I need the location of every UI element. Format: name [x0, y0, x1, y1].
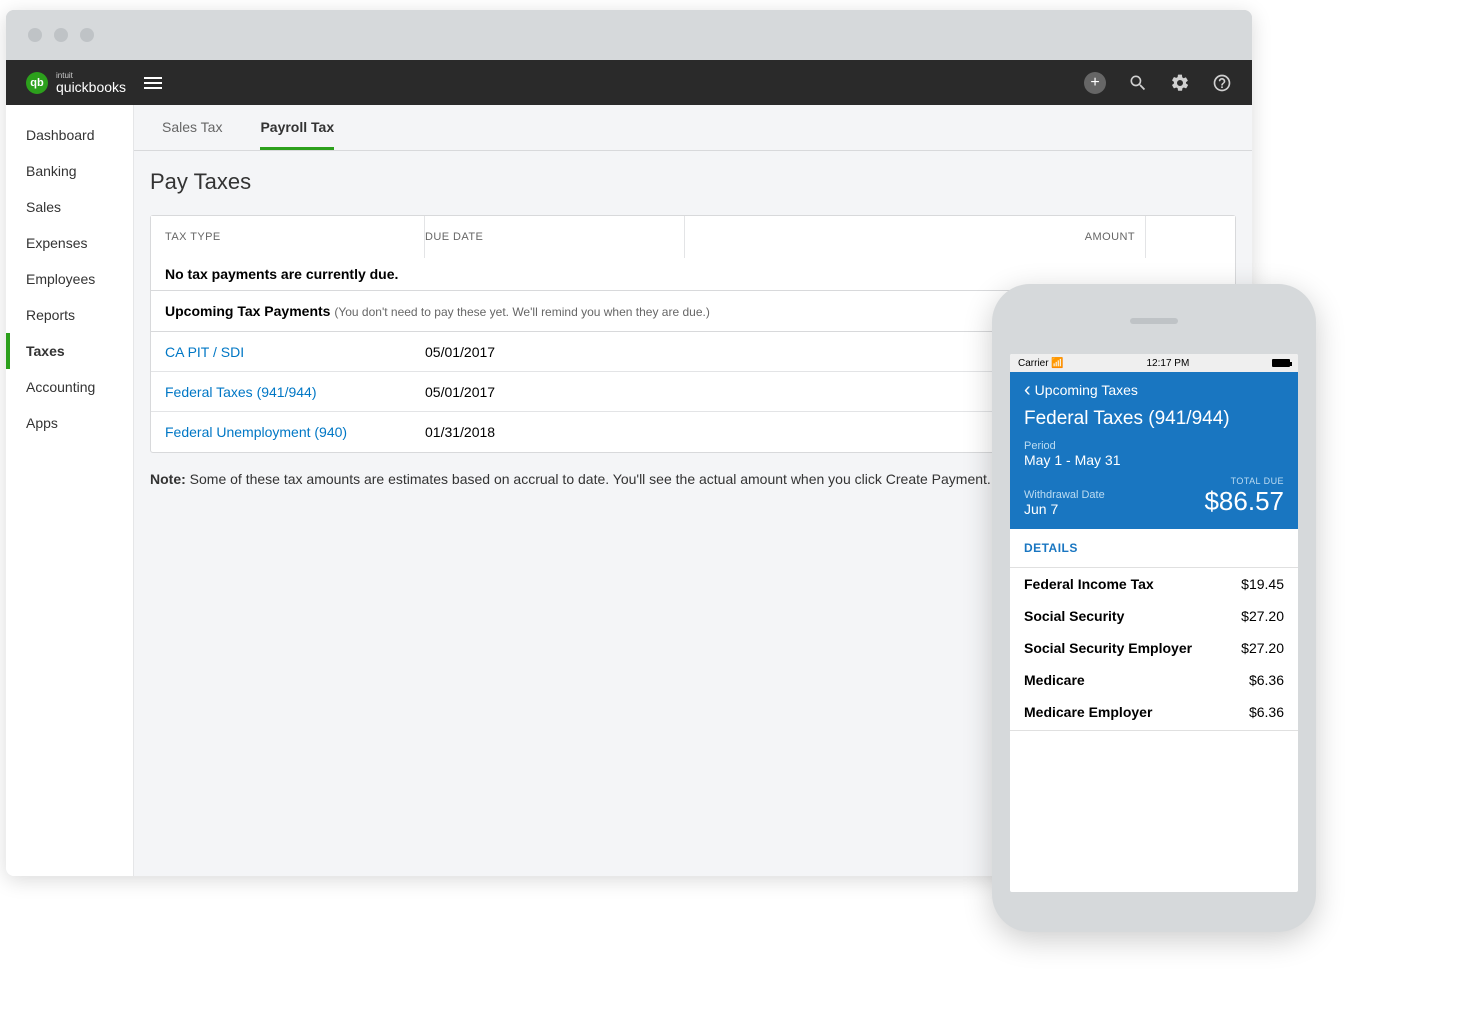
sidebar-item-sales[interactable]: Sales — [6, 189, 133, 225]
status-right — [1272, 359, 1290, 367]
tax-type-link[interactable]: CA PIT / SDI — [165, 344, 425, 360]
sidebar-item-taxes[interactable]: Taxes — [6, 333, 133, 369]
col-header-due: DUE DATE — [425, 216, 685, 258]
due-date: 05/01/2017 — [425, 344, 685, 360]
chevron-left-icon: ‹ — [1024, 380, 1031, 400]
divider — [1010, 730, 1298, 731]
phone-header: ‹ Upcoming Taxes Federal Taxes (941/944)… — [1010, 372, 1298, 529]
brand-quickbooks: quickbooks — [56, 80, 126, 94]
window-dot[interactable] — [80, 28, 94, 42]
detail-label: Medicare Employer — [1024, 704, 1152, 720]
phone-screen: Carrier 📶 12:17 PM ‹ Upcoming Taxes Fede… — [1010, 354, 1298, 892]
gear-icon[interactable] — [1170, 73, 1190, 93]
period-value: May 1 - May 31 — [1024, 452, 1284, 468]
sidebar: Dashboard Banking Sales Expenses Employe… — [6, 105, 134, 876]
detail-row: Medicare Employer $6.36 — [1010, 696, 1298, 728]
search-icon[interactable] — [1128, 73, 1148, 93]
table-header: TAX TYPE DUE DATE AMOUNT — [151, 216, 1235, 258]
detail-amount: $6.36 — [1249, 704, 1284, 720]
window-dot[interactable] — [54, 28, 68, 42]
due-date: 05/01/2017 — [425, 384, 685, 400]
page-title: Pay Taxes — [134, 151, 1252, 215]
detail-label: Social Security Employer — [1024, 640, 1192, 656]
phone-title: Federal Taxes (941/944) — [1024, 408, 1284, 430]
help-icon[interactable] — [1212, 73, 1232, 93]
upcoming-header-title: Upcoming Tax Payments — [165, 303, 330, 319]
sidebar-item-reports[interactable]: Reports — [6, 297, 133, 333]
carrier-label: Carrier 📶 — [1018, 358, 1064, 369]
detail-label: Federal Income Tax — [1024, 576, 1154, 592]
sidebar-item-accounting[interactable]: Accounting — [6, 369, 133, 405]
app-topbar: qb intuit quickbooks + — [6, 60, 1252, 105]
detail-label: Social Security — [1024, 608, 1124, 624]
detail-amount: $27.20 — [1241, 640, 1284, 656]
phone-status-bar: Carrier 📶 12:17 PM — [1010, 354, 1298, 372]
total-due-value: $86.57 — [1204, 486, 1284, 517]
sidebar-item-expenses[interactable]: Expenses — [6, 225, 133, 261]
tab-sales-tax[interactable]: Sales Tax — [162, 119, 222, 150]
sidebar-item-banking[interactable]: Banking — [6, 153, 133, 189]
footnote-text: Some of these tax amounts are estimates … — [190, 471, 991, 487]
detail-row: Medicare $6.36 — [1010, 664, 1298, 696]
upcoming-header-note: (You don't need to pay these yet. We'll … — [334, 305, 709, 319]
battery-icon — [1272, 359, 1290, 367]
detail-label: Medicare — [1024, 672, 1085, 688]
sidebar-item-employees[interactable]: Employees — [6, 261, 133, 297]
details-list: Federal Income Tax $19.45 Social Securit… — [1010, 568, 1298, 728]
brand-name: intuit quickbooks — [56, 72, 126, 94]
detail-amount: $27.20 — [1241, 608, 1284, 624]
withdrawal-label: Withdrawal Date — [1024, 489, 1105, 501]
topbar-actions: + — [1084, 72, 1232, 94]
detail-amount: $19.45 — [1241, 576, 1284, 592]
back-button[interactable]: ‹ Upcoming Taxes — [1024, 380, 1284, 400]
detail-row: Social Security $27.20 — [1010, 600, 1298, 632]
due-date: 01/31/2018 — [425, 424, 685, 440]
period-label: Period — [1024, 440, 1284, 452]
col-header-type: TAX TYPE — [165, 216, 425, 258]
detail-row: Federal Income Tax $19.45 — [1010, 568, 1298, 600]
sidebar-item-apps[interactable]: Apps — [6, 405, 133, 441]
withdrawal-value: Jun 7 — [1024, 501, 1105, 517]
detail-row: Social Security Employer $27.20 — [1010, 632, 1298, 664]
hamburger-icon[interactable] — [144, 77, 162, 89]
brand-logo[interactable]: qb intuit quickbooks — [26, 72, 126, 94]
tax-tabs: Sales Tax Payroll Tax — [134, 105, 1252, 151]
back-label: Upcoming Taxes — [1035, 382, 1138, 398]
window-titlebar — [6, 10, 1252, 60]
phone-mockup: Carrier 📶 12:17 PM ‹ Upcoming Taxes Fede… — [992, 284, 1316, 932]
window-dot[interactable] — [28, 28, 42, 42]
col-header-amount: AMOUNT — [685, 216, 1146, 258]
sidebar-item-dashboard[interactable]: Dashboard — [6, 117, 133, 153]
tax-type-link[interactable]: Federal Unemployment (940) — [165, 424, 425, 440]
qb-logo-icon: qb — [26, 72, 48, 94]
wifi-icon: 📶 — [1051, 358, 1063, 369]
status-time: 12:17 PM — [1146, 358, 1189, 369]
tab-payroll-tax[interactable]: Payroll Tax — [260, 119, 334, 150]
footnote-label: Note: — [150, 471, 186, 487]
details-header: DETAILS — [1010, 529, 1298, 568]
tax-type-link[interactable]: Federal Taxes (941/944) — [165, 384, 425, 400]
add-icon[interactable]: + — [1084, 72, 1106, 94]
total-due-label: TOTAL DUE — [1204, 476, 1284, 486]
phone-speaker — [1130, 318, 1178, 324]
detail-amount: $6.36 — [1249, 672, 1284, 688]
